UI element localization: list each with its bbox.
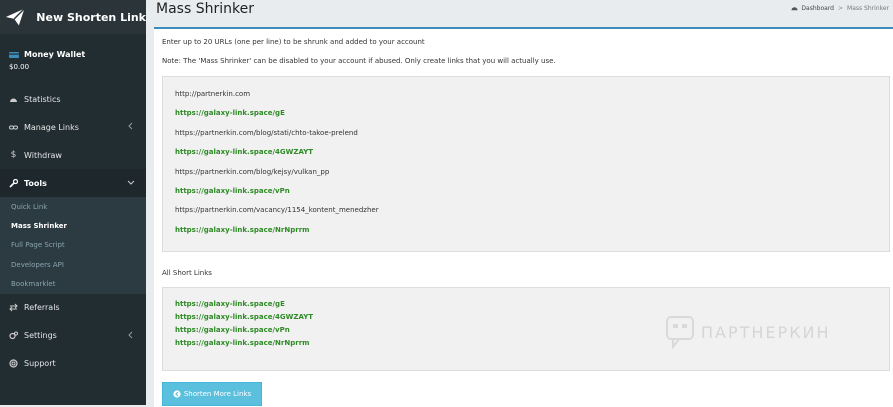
link-icon: [9, 123, 18, 132]
sidebar: New Shorten Link Money Wallet $0.00 Stat…: [0, 0, 146, 405]
sidebar-item-statistics[interactable]: Statistics: [0, 85, 146, 113]
chevron-left-icon: [128, 331, 133, 339]
wallet-label: Money Wallet: [24, 50, 86, 59]
chevron-down-icon: [127, 180, 135, 185]
sidebar-item-label: Withdraw: [24, 150, 62, 160]
sidebar-subitem-bookmarklet[interactable]: Bookmarklet: [0, 275, 146, 294]
wallet-panel: Money Wallet $0.00: [0, 34, 146, 84]
sidebar-item-label: Referrals: [24, 303, 60, 313]
short-link[interactable]: https://galaxy-link.space/NrNprrm: [175, 339, 309, 347]
original-url: https://partnerkin.com/blog/kejsy/vulkan…: [175, 168, 330, 176]
sidebar-item-label: Statistics: [24, 94, 61, 104]
sidebar-item-label: Settings: [24, 331, 57, 341]
mass-shrinker-panel: Enter up to 20 URLs (one per line) to be…: [154, 27, 893, 407]
sidebar-item-referrals[interactable]: Referrals: [0, 294, 146, 322]
brand-bar[interactable]: New Shorten Link: [0, 0, 146, 34]
sidebar-menu: Statistics Manage Links $ Withdraw Tools…: [0, 85, 146, 378]
paper-plane-icon: [5, 8, 25, 26]
tools-submenu: Quick Link Mass Shrinker Full Page Scrip…: [0, 197, 146, 294]
brand-title: New Shorten Link: [36, 10, 146, 24]
breadcrumb-home-link[interactable]: Dashboard: [801, 5, 834, 12]
shorten-more-links-button[interactable]: Shorten More Links: [162, 382, 262, 406]
short-link[interactable]: https://galaxy-link.space/vPn: [175, 187, 290, 195]
dollar-icon: $: [10, 150, 17, 160]
content-header: Mass Shrinker Dashboard > Mass Shrinker: [146, 0, 893, 26]
short-link[interactable]: https://galaxy-link.space/gE: [175, 300, 285, 308]
original-url: https://partnerkin.com/blog/stati/chto-t…: [175, 129, 358, 137]
short-link[interactable]: https://galaxy-link.space/gE: [175, 109, 285, 117]
wallet-icon: [9, 51, 19, 58]
wallet-amount: $0.00: [9, 63, 30, 71]
all-short-links-label: All Short Links: [162, 269, 212, 277]
sidebar-subitem-quick-link[interactable]: Quick Link: [0, 197, 146, 216]
original-url: https://partnerkin.com/vacancy/1154_kont…: [175, 206, 379, 214]
sidebar-subitem-mass-shrinker[interactable]: Mass Shrinker: [0, 216, 146, 235]
sidebar-item-withdraw[interactable]: $ Withdraw: [0, 141, 146, 169]
sidebar-item-settings[interactable]: Settings: [0, 322, 146, 350]
breadcrumb-current: Mass Shrinker: [847, 5, 889, 12]
sidebar-subitem-developers-api[interactable]: Developers API: [0, 255, 146, 274]
watermark-text: ПАРТНЕРКИН: [701, 322, 831, 342]
sidebar-subitem-full-page-script[interactable]: Full Page Script: [0, 236, 146, 255]
watermark: ПАРТНЕРКИН: [665, 315, 831, 349]
short-link[interactable]: https://galaxy-link.space/NrNprrm: [175, 226, 309, 234]
life-ring-icon: [9, 359, 18, 369]
dashboard-icon: [9, 95, 18, 104]
note-text: Note: The 'Mass Shrinker' can be disable…: [162, 57, 556, 65]
sidebar-item-tools[interactable]: Tools: [0, 169, 146, 197]
short-link[interactable]: https://galaxy-link.space/4GWZAYT: [175, 313, 313, 321]
dashboard-icon: [791, 7, 798, 11]
intro-text: Enter up to 20 URLs (one per line) to be…: [162, 38, 425, 46]
results-well: http://partnerkin.com https://galaxy-lin…: [162, 76, 890, 252]
button-label: Shorten More Links: [183, 390, 252, 398]
page-title: Mass Shrinker: [156, 1, 254, 17]
sidebar-item-label: Support: [24, 359, 56, 369]
chat-bubble-icon: [666, 316, 694, 349]
arrow-circle-left-icon: [173, 390, 181, 398]
short-link[interactable]: https://galaxy-link.space/4GWZAYT: [175, 148, 313, 156]
sidebar-item-label: Tools: [24, 178, 47, 188]
short-link[interactable]: https://galaxy-link.space/vPn: [175, 326, 290, 334]
sidebar-item-manage-links[interactable]: Manage Links: [0, 113, 146, 141]
chevron-left-icon: [128, 122, 133, 130]
breadcrumb-separator: >: [837, 5, 844, 12]
original-url: http://partnerkin.com: [175, 90, 251, 98]
sidebar-item-support[interactable]: Support: [0, 350, 146, 378]
gears-icon: [9, 331, 18, 340]
wrench-icon: [9, 178, 18, 188]
sidebar-item-label: Manage Links: [24, 122, 79, 132]
breadcrumb: Dashboard > Mass Shrinker: [791, 5, 889, 12]
exchange-icon: [9, 303, 18, 312]
